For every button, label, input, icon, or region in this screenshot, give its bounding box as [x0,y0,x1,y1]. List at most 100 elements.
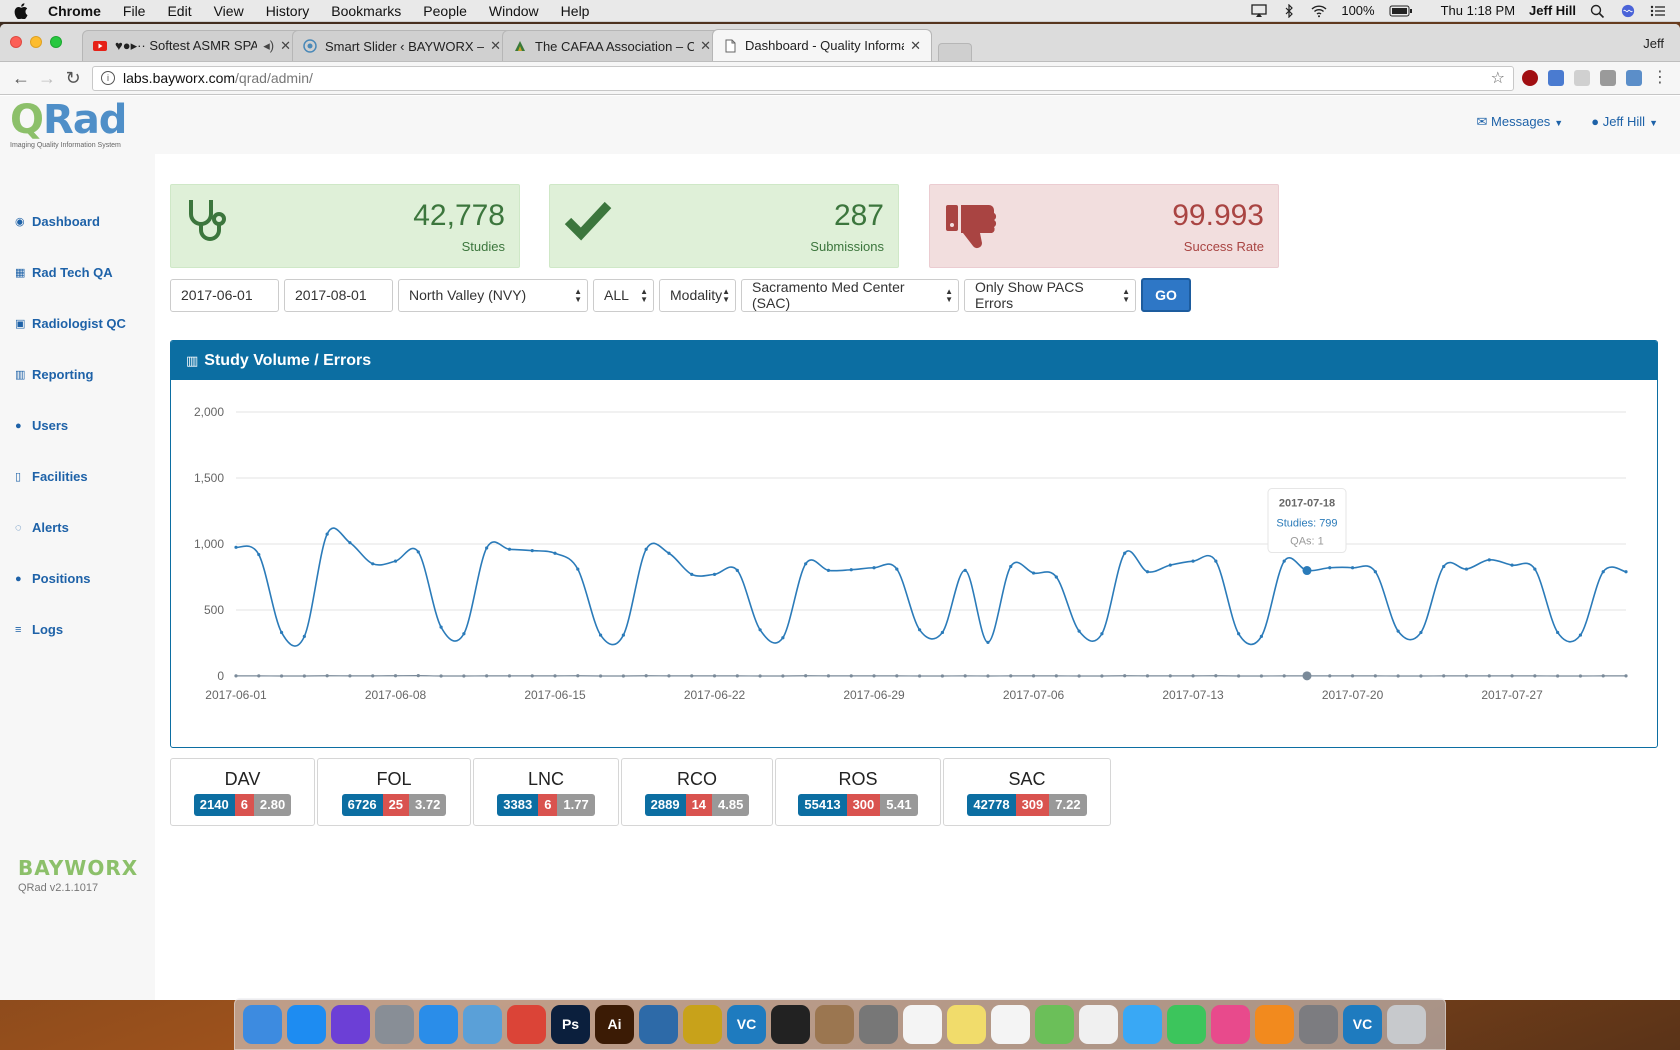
finder-icon[interactable] [243,1004,282,1044]
close-tab-icon[interactable]: ✕ [280,38,291,54]
spotlight-search-icon[interactable] [1590,4,1606,18]
facility-select[interactable]: Sacramento Med Center (SAC) ▲ ▼ [741,278,959,312]
menubar-user[interactable]: Jeff Hill [1529,3,1576,18]
illustrator-icon[interactable]: Ai [595,1004,634,1044]
scope-select[interactable]: ALL ▲ ▼ [593,278,654,312]
sidebar-item-alerts[interactable]: ◌ Alerts [15,502,126,553]
vscode-icon[interactable]: VC [727,1004,766,1044]
new-tab-button[interactable] [938,43,972,61]
airplay-icon[interactable] [1251,3,1267,18]
menu-file[interactable]: File [123,3,146,19]
tab-youtube[interactable]: ♥●▸·· Softest ASMR SPA 💤 ◂) ✕ [82,30,302,61]
bluetooth-icon[interactable] [1281,3,1297,18]
go-button[interactable]: GO [1141,278,1191,312]
tab-wordpress[interactable]: Smart Slider ‹ BAYWORX — WordPress ✕ [292,30,512,61]
notification-center-icon[interactable] [1650,4,1666,18]
messages-icon[interactable] [1123,1004,1162,1044]
close-tab-icon[interactable]: ✕ [490,38,501,54]
reload-icon[interactable]: ↻ [60,65,86,91]
error-filter-select[interactable]: Only Show PACS Errors ▲ ▼ [964,278,1136,312]
tab-dashboard[interactable]: Dashboard - Quality Information System ✕ [712,29,932,61]
sidebar-item-logs[interactable]: ≡ Logs [15,604,126,655]
studies-data-point [1350,566,1355,570]
facility-card-ros[interactable]: ROS 55413 300 5.41 [775,758,941,826]
forward-arrow-icon[interactable]: → [34,65,60,91]
siri-menubar-icon[interactable] [1620,4,1636,18]
safari-icon[interactable] [419,1004,458,1044]
sidebar-item-reporting[interactable]: ▥ Reporting [15,349,126,400]
itunes-icon[interactable] [1211,1004,1250,1044]
chrome-icon[interactable] [507,1004,546,1044]
messages-dropdown[interactable]: ✉ Messages ▼ [1477,114,1564,130]
info-icon[interactable]: i [101,71,115,85]
filezilla-icon[interactable] [683,1004,722,1044]
menu-kebab-icon[interactable]: ⋮ [1652,70,1668,86]
calculator-icon[interactable] [859,1004,898,1044]
menu-bookmarks[interactable]: Bookmarks [331,3,401,19]
profile-name[interactable]: Jeff [1643,36,1664,51]
facetime-icon[interactable] [1167,1004,1206,1044]
app-store-icon[interactable] [287,1004,326,1044]
facility-card-lnc[interactable]: LNC 3383 6 1.77 [473,758,619,826]
tab-cafaa[interactable]: The CAFAA Association – California ✕ [502,30,722,61]
back-arrow-icon[interactable]: ← [8,65,34,91]
jh-extension-icon[interactable] [1548,70,1564,86]
ibooks-icon[interactable] [1255,1004,1294,1044]
sidebar-item-positions[interactable]: ● Positions [15,553,126,604]
end-date-input[interactable]: 2017-08-01 [284,278,393,312]
apple-icon[interactable] [14,2,28,19]
minimize-window-button[interactable] [30,36,42,48]
menu-people[interactable]: People [423,3,467,19]
close-window-button[interactable] [10,36,22,48]
facility-card-dav[interactable]: DAV 2140 6 2.80 [170,758,315,826]
menubar-clock[interactable]: Thu 1:18 PM [1441,3,1515,18]
modality-select[interactable]: Modality ▲ ▼ [659,278,736,312]
maps-icon[interactable] [1035,1004,1074,1044]
photoshop-icon[interactable]: Ps [551,1004,590,1044]
sidebar-item-rad-tech-qa[interactable]: ▦ Rad Tech QA [15,247,126,298]
menu-view[interactable]: View [214,3,244,19]
facility-card-sac[interactable]: SAC 42778 309 7.22 [943,758,1111,826]
preview-icon[interactable] [463,1004,502,1044]
terminal-icon[interactable] [771,1004,810,1044]
trash-icon[interactable] [1387,1004,1426,1044]
start-date-input[interactable]: 2017-06-01 [170,278,279,312]
bookmark-star-icon[interactable]: ☆ [1491,68,1505,88]
zoom-window-button[interactable] [50,36,62,48]
notes-icon[interactable] [947,1004,986,1044]
menu-window[interactable]: Window [489,3,539,19]
region-select[interactable]: North Valley (NVY) ▲ ▼ [398,278,588,312]
siri-icon[interactable] [331,1004,370,1044]
mute-tab-icon[interactable]: ◂) [263,38,274,54]
archive-icon[interactable] [815,1004,854,1044]
qrad-logo[interactable]: QRad Imaging Quality Information System [10,100,127,149]
menu-app-name[interactable]: Chrome [48,3,101,19]
ublock-extension-icon[interactable] [1522,70,1538,86]
vnc-icon[interactable]: VC [1343,1004,1382,1044]
virtualbox-icon[interactable] [639,1004,678,1044]
launchpad-icon[interactable] [375,1004,414,1044]
evernote-extension-icon[interactable] [1600,70,1616,86]
facility-card-rco[interactable]: RCO 2889 14 4.85 [621,758,773,826]
reminders-icon[interactable] [991,1004,1030,1044]
close-tab-icon[interactable]: ✕ [910,38,921,54]
sidebar-item-facilities[interactable]: ▯ Facilities [15,451,126,502]
dropper-extension-icon[interactable] [1626,70,1642,86]
cast-extension-icon[interactable] [1574,70,1590,86]
calendar-icon[interactable] [903,1004,942,1044]
close-tab-icon[interactable]: ✕ [700,38,711,54]
wifi-icon[interactable] [1311,4,1327,18]
sidebar-item-users[interactable]: ● Users [15,400,126,451]
photos-icon[interactable] [1079,1004,1118,1044]
address-bar[interactable]: i labs.bayworx.com/qrad/admin/ ☆ [92,65,1514,91]
menu-history[interactable]: History [266,3,310,19]
system-preferences-icon[interactable] [1299,1004,1338,1044]
user-dropdown[interactable]: ● Jeff Hill ▼ [1591,114,1658,130]
menu-help[interactable]: Help [561,3,590,19]
facility-card-fol[interactable]: FOL 6726 25 3.72 [317,758,471,826]
menu-edit[interactable]: Edit [167,3,191,19]
sidebar-item-radiologist-qc[interactable]: ▣ Radiologist QC [15,298,126,349]
sidebar-item-dashboard[interactable]: ◉ Dashboard [15,196,126,247]
study-volume-chart[interactable]: 0 500 1,000 1,500 2,000 2017-06-01 2017-06-08 2… [171,380,1657,747]
battery-icon[interactable] [1389,4,1413,18]
